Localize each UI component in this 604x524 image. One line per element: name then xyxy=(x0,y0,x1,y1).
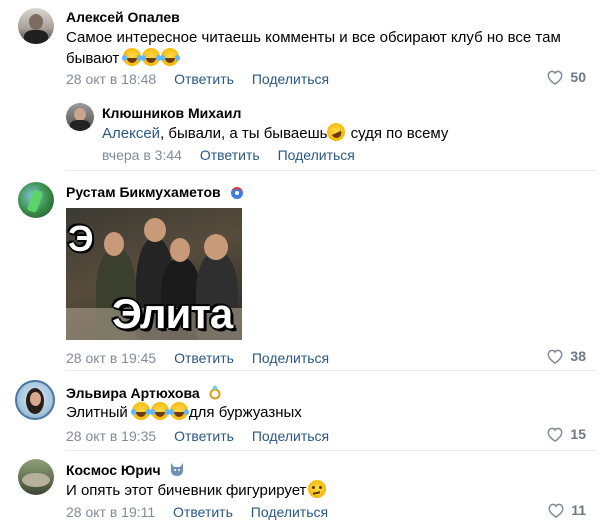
comment: Алексей Опалев Самое интересное читаешь … xyxy=(0,0,604,100)
comment-text-part: судя по всему xyxy=(346,125,449,142)
share-button[interactable]: Поделиться xyxy=(251,504,328,520)
share-button[interactable]: Поделиться xyxy=(278,147,355,163)
tears-of-joy-icon xyxy=(160,48,181,66)
thinking-face-icon xyxy=(308,480,327,498)
comment-text-part: И опять этот бичевник фигурирует xyxy=(66,482,307,499)
rofl-icon xyxy=(324,120,349,144)
heart-outline-icon xyxy=(547,70,563,85)
comment-time[interactable]: 28 окт в 19:11 xyxy=(66,504,155,520)
author-name[interactable]: Рустам Бикмухаметов xyxy=(66,184,245,200)
author-name[interactable]: Алексей Опалев xyxy=(66,9,180,25)
avatar[interactable] xyxy=(18,459,54,495)
reply-button[interactable]: Ответить xyxy=(174,428,234,444)
heart-outline-icon xyxy=(547,349,563,364)
avatar[interactable] xyxy=(66,103,94,131)
comment-text-part: для буржуазных xyxy=(188,404,302,421)
image-face xyxy=(204,234,228,260)
comment: Рустам Бикмухаметов Э Элита 28 окт в 19:… xyxy=(0,172,604,368)
tears-of-joy-icon xyxy=(168,402,189,420)
attached-image[interactable]: Э Элита xyxy=(66,208,242,340)
avatar[interactable] xyxy=(15,380,55,420)
reply-comment: Клюшников Михаил Алексей, бывали, а ты б… xyxy=(0,96,604,166)
image-face xyxy=(170,238,190,262)
share-button[interactable]: Поделиться xyxy=(252,428,329,444)
comment-meta: вчера в 3:44 Ответить Поделиться xyxy=(102,147,355,163)
comment-time[interactable]: вчера в 3:44 xyxy=(102,147,182,163)
avatar[interactable] xyxy=(18,8,54,44)
comment-text-line2: бывают xyxy=(66,50,120,67)
like-button[interactable]: 38 xyxy=(546,348,586,364)
divider xyxy=(66,170,596,171)
heart-outline-icon xyxy=(547,427,563,442)
tears-of-joy-icon xyxy=(141,48,162,66)
comment-text-line1: Самое интересное читаешь комменты и все … xyxy=(66,29,561,46)
comment: Эльвира Артюхова Элитный для буржуазных … xyxy=(0,372,604,450)
ring-badge-icon xyxy=(209,385,221,400)
image-face xyxy=(104,232,124,256)
author-name-text: Эльвира Артюхова xyxy=(66,385,200,401)
reply-button[interactable]: Ответить xyxy=(174,350,234,366)
comment-meta: 28 окт в 19:45 Ответить Поделиться xyxy=(66,350,329,366)
reply-button[interactable]: Ответить xyxy=(174,71,234,87)
mention-link[interactable]: Алексей xyxy=(102,125,160,142)
author-name-text: Рустам Бикмухаметов xyxy=(66,184,221,200)
author-name[interactable]: Клюшников Михаил xyxy=(102,105,241,121)
like-count: 11 xyxy=(571,502,586,518)
divider xyxy=(66,450,596,451)
image-face xyxy=(144,218,166,242)
like-count: 38 xyxy=(570,348,586,364)
wolf-badge-icon xyxy=(170,463,183,476)
share-button[interactable]: Поделиться xyxy=(252,71,329,87)
reply-button[interactable]: Ответить xyxy=(173,504,233,520)
donut-badge-icon xyxy=(230,187,243,199)
comment: Космос Юрич И опять этот бичевник фигури… xyxy=(0,452,604,524)
avatar[interactable] xyxy=(18,182,54,218)
tears-of-joy-icon xyxy=(149,402,170,420)
tears-of-joy-icon xyxy=(130,402,151,420)
image-caption-bottom: Элита xyxy=(112,290,233,337)
comment-text-part: , бывали, а ты бываешь xyxy=(160,125,328,142)
like-button[interactable]: 50 xyxy=(546,69,586,85)
divider xyxy=(66,370,596,371)
image-caption-top: Э xyxy=(68,218,94,259)
like-button[interactable]: 11 xyxy=(547,502,586,518)
like-button[interactable]: 15 xyxy=(546,426,586,442)
comment-meta: 28 окт в 18:48 Ответить Поделиться xyxy=(66,71,329,87)
comment-text: Самое интересное читаешь комменты и все … xyxy=(66,28,586,69)
tears-of-joy-icon xyxy=(122,48,143,66)
comment-text: И опять этот бичевник фигурирует xyxy=(66,480,566,501)
like-count: 50 xyxy=(570,69,586,85)
comment-time[interactable]: 28 окт в 19:45 xyxy=(66,350,156,366)
like-count: 15 xyxy=(570,426,586,442)
author-name[interactable]: Космос Юрич xyxy=(66,462,185,478)
comment-time[interactable]: 28 окт в 18:48 xyxy=(66,71,156,87)
author-name[interactable]: Эльвира Артюхова xyxy=(66,384,222,401)
comment-meta: 28 окт в 19:11 Ответить Поделиться xyxy=(66,504,328,520)
heart-outline-icon xyxy=(548,503,564,518)
comment-text: Элитный для буржуазных xyxy=(66,402,566,423)
comment-text: Алексей, бывали, а ты бываешь судя по вс… xyxy=(102,120,582,144)
author-name-text: Космос Юрич xyxy=(66,462,161,478)
comment-text-part: Элитный xyxy=(66,404,132,421)
reply-button[interactable]: Ответить xyxy=(200,147,260,163)
share-button[interactable]: Поделиться xyxy=(252,350,329,366)
comment-meta: 28 окт в 19:35 Ответить Поделиться xyxy=(66,428,329,444)
comment-time[interactable]: 28 окт в 19:35 xyxy=(66,428,156,444)
